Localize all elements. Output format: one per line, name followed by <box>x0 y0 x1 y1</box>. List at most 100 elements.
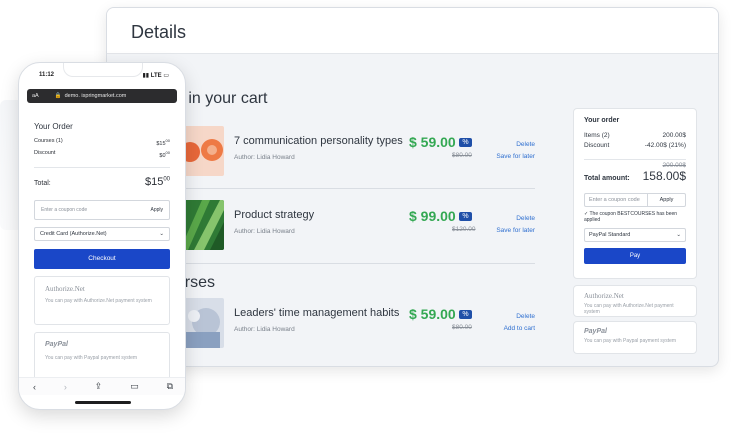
course-name[interactable]: Product strategy <box>234 209 314 221</box>
course-name[interactable]: 7 communication personality types <box>234 135 403 147</box>
coupon-applied-message: ✓ The coupon BESTCOURSES has been applie… <box>584 211 678 223</box>
url-text: demo. ispringmarket.com <box>64 93 127 99</box>
delete-link[interactable]: Delete <box>516 215 535 222</box>
coupon-input[interactable]: Enter a coupon code <box>35 207 150 213</box>
divider <box>584 159 686 160</box>
items-row: Items (2) 200.00$ <box>584 132 686 139</box>
total-row: Total: $1500 <box>34 176 170 188</box>
save-for-later-link[interactable]: Save for later <box>496 153 535 160</box>
page-title: Details <box>131 22 187 42</box>
home-indicator <box>75 401 131 404</box>
share-icon[interactable]: ⇪ <box>95 381 103 392</box>
course-author: Author: Lidia Howard <box>234 154 295 161</box>
paypal-option[interactable]: PayPal You can pay with Paypal payment s… <box>34 331 170 381</box>
discount-row: Discount $000 <box>34 150 170 159</box>
divider <box>34 166 170 168</box>
authorize-net-logo: Authorize.Net <box>45 284 85 293</box>
paypal-logo: PayPal <box>45 340 68 348</box>
items-label: Items (2) <box>584 132 610 139</box>
old-price: $120.00 <box>452 226 476 233</box>
cart-item: 7 communication personality types Author… <box>180 126 535 178</box>
phone-content: Your Order Courses (1) $1500 Discount $0… <box>19 122 185 381</box>
course-price: $ 59.00 <box>409 306 456 322</box>
items-value: 200.00$ <box>662 132 687 139</box>
course-thumbnail <box>180 126 224 176</box>
course-author: Author: Lidia Howard <box>234 228 295 235</box>
browser-toolbar: ‹ › ⇪ ▭ ⧉ <box>19 377 185 395</box>
discount-row: Discount -42.00$ (21%) <box>584 142 686 149</box>
desktop-window: Details es in your cart 7 communication … <box>106 7 719 367</box>
divider <box>180 263 535 264</box>
courses-row: Courses (1) $1500 <box>34 138 170 147</box>
url-display: 🔒 demo. ispringmarket.com <box>55 93 127 99</box>
forward-icon[interactable]: › <box>64 382 67 392</box>
old-total: 200.00$ <box>662 162 687 169</box>
coupon-input[interactable]: Enter a coupon code <box>585 194 647 206</box>
order-summary: Your order Items (2) 200.00$ Discount -4… <box>573 108 697 279</box>
signal-icon: ▮▮ LTE ▭ <box>142 73 169 79</box>
authorize-net-text: You can pay with Authorize.Net payment s… <box>584 303 674 315</box>
old-price: $80.00 <box>452 324 472 331</box>
authorize-net-logo: Authorize.Net <box>584 292 624 300</box>
lock-icon: 🔒 <box>54 93 62 99</box>
total-value: $1500 <box>144 175 170 188</box>
delete-link[interactable]: Delete <box>516 141 535 148</box>
network-label: LTE <box>150 73 162 79</box>
payment-method-value: PayPal Standard <box>589 232 631 238</box>
phone-mockup: 11:12 ▮▮ LTE ▭ aA 🔒 demo. ispringmarket.… <box>18 62 186 410</box>
coupon-field: Enter a coupon code Apply <box>584 193 686 207</box>
text-size-button[interactable]: aA <box>32 93 39 99</box>
total-label: Total amount: <box>584 175 630 182</box>
paypal-text: You can pay with Paypal payment system <box>584 338 677 344</box>
total-label: Total: <box>34 179 51 187</box>
authorize-net-text: You can pay with Authorize.Net payment s… <box>45 297 152 304</box>
discount-value: $000 <box>159 149 170 159</box>
discount-label: Discount <box>584 142 610 149</box>
payment-method-select[interactable]: Credit Card (Authorize.Net) ⌄ <box>34 226 170 241</box>
divider <box>180 188 535 189</box>
course-name[interactable]: Leaders' time management habits <box>234 307 399 319</box>
course-author: Author: Lidia Howard <box>234 326 295 333</box>
checkout-button[interactable]: Checkout <box>34 248 170 269</box>
payment-method-select[interactable]: PayPal Standard ⌄ <box>584 228 686 242</box>
authorize-net-option[interactable]: Authorize.Net You can pay with Authorize… <box>34 275 170 325</box>
cart-item: Product strategy Author: Lidia Howard $ … <box>180 200 535 252</box>
chevron-down-icon: ⌄ <box>159 230 164 237</box>
add-to-cart-link[interactable]: Add to cart <box>504 325 535 332</box>
save-for-later-link[interactable]: Save for later <box>496 227 535 234</box>
order-title: Your order <box>584 117 620 124</box>
course-thumbnail <box>180 200 224 250</box>
courses-value: $1500 <box>156 138 170 147</box>
old-price: $80.00 <box>452 152 472 159</box>
chevron-down-icon: ⌄ <box>676 232 681 238</box>
back-icon[interactable]: ‹ <box>33 382 36 392</box>
pay-button[interactable]: Pay <box>584 248 686 264</box>
course-price: $ 99.00 <box>409 208 456 224</box>
browser-url-bar[interactable]: aA 🔒 demo. ispringmarket.com <box>27 89 177 103</box>
payment-method-value: Credit Card (Authorize.Net) <box>40 230 107 237</box>
total-row: Total amount: 158.00$ <box>584 169 686 183</box>
apply-button[interactable]: Apply <box>647 194 685 206</box>
coupon-field: Enter a coupon code Apply <box>34 199 170 220</box>
phone-notch <box>63 63 143 77</box>
paypal-text: You can pay with Paypal payment system <box>45 354 138 361</box>
delete-link[interactable]: Delete <box>516 313 535 320</box>
paypal-option[interactable]: PayPal You can pay with Paypal payment s… <box>573 321 697 354</box>
tabs-icon[interactable]: ⧉ <box>167 381 173 392</box>
apply-button[interactable]: Apply <box>150 207 169 213</box>
discount-tag-icon: % <box>459 138 472 147</box>
paypal-logo: PayPal <box>584 328 607 335</box>
saved-item: Leaders' time management habits Author: … <box>180 298 535 350</box>
course-price: $ 59.00 <box>409 134 456 150</box>
desktop-header: Details <box>107 8 718 54</box>
discount-value: -42.00$ (21%) <box>644 142 686 149</box>
bookmarks-icon[interactable]: ▭ <box>130 381 139 392</box>
status-time: 11:12 <box>39 72 55 78</box>
total-value: 158.00$ <box>642 169 686 183</box>
discount-tag-icon: % <box>459 212 472 221</box>
course-thumbnail <box>180 298 224 348</box>
discount-label: Discount <box>34 149 56 156</box>
discount-tag-icon: % <box>459 310 472 319</box>
authorize-net-option[interactable]: Authorize.Net You can pay with Authorize… <box>573 285 697 317</box>
order-title: Your Order <box>34 122 73 131</box>
